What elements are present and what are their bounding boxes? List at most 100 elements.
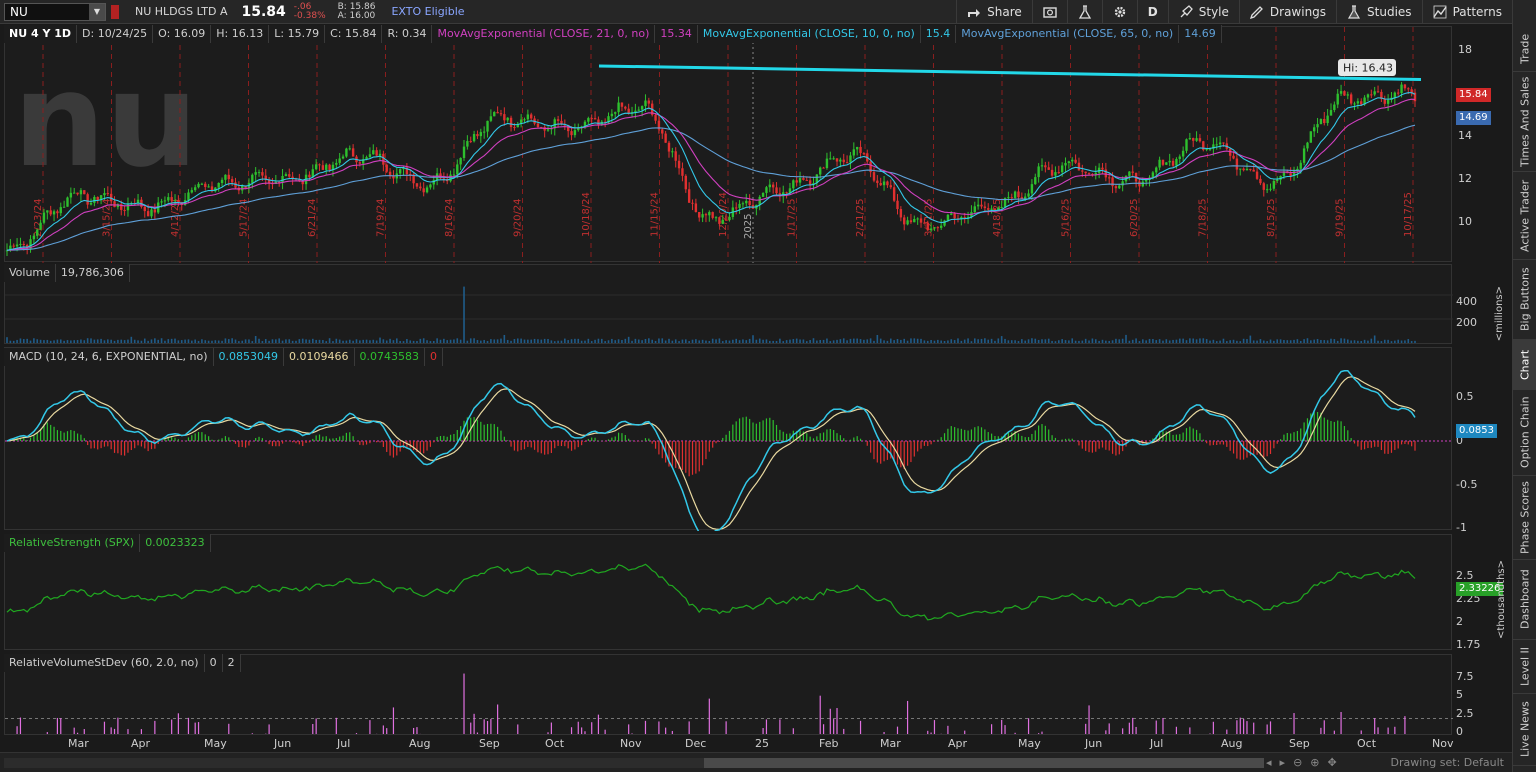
tab-level-ii[interactable]: Level II xyxy=(1513,640,1536,694)
price-chart[interactable]: nu2/23/24 3/15/24 4/12/24 5/17/24 6/21/24 7/1… xyxy=(5,27,1453,263)
candle-body xyxy=(802,178,805,180)
symbol-dropdown-icon[interactable]: ▼ xyxy=(89,3,105,20)
zoom-in-icon[interactable]: ⊕ xyxy=(1310,756,1319,769)
price-panel[interactable]: nu 2/23/24 3/15/24 4/12/24 5/17/24 6/21/24 7/1… xyxy=(4,26,1453,263)
volume-bar xyxy=(46,339,49,343)
volume-bar xyxy=(1296,339,1299,343)
scrollbar-thumb[interactable] xyxy=(704,758,1264,768)
tab-chart[interactable]: Chart xyxy=(1513,340,1536,390)
candle-body xyxy=(1000,206,1003,208)
volume-bar xyxy=(960,340,963,343)
chart-id[interactable]: NU 4 Y 1D xyxy=(4,25,78,43)
candle-body xyxy=(314,164,318,170)
tab-active-trader[interactable]: Active Trader xyxy=(1513,172,1536,260)
volume-bar xyxy=(527,339,529,343)
ohlc-high: H: 16.13 xyxy=(211,25,270,43)
snapshot-button[interactable] xyxy=(1031,0,1067,24)
zoom-out-icon[interactable]: ⊖ xyxy=(1293,756,1302,769)
scroll-left-icon[interactable]: ◂ xyxy=(1266,756,1272,769)
toolbar-buttons: Share D Style Drawings Studies Patterns xyxy=(956,0,1512,24)
relative-strength-panel[interactable] xyxy=(4,534,1452,650)
candle-body xyxy=(429,184,432,188)
candle-body xyxy=(724,219,728,221)
tab-option-chain[interactable]: Option Chain xyxy=(1513,390,1536,476)
candle-body xyxy=(1306,142,1309,149)
tab-times-and-sales[interactable]: Times And Sales xyxy=(1513,72,1536,172)
candle-body xyxy=(855,146,859,150)
macd-axis[interactable]: 0.5 0 -0.5 -1 0.0853 xyxy=(1452,347,1512,534)
candle-body xyxy=(76,192,79,195)
tab-live-news[interactable]: Live News xyxy=(1513,694,1536,766)
rs-axis[interactable]: 2.5 2.25 2 1.75 2.33226 <thousandths> xyxy=(1452,534,1512,651)
settings-button[interactable] xyxy=(1101,0,1137,24)
rs-label[interactable]: RelativeStrength (SPX) xyxy=(4,534,141,552)
tab-big-buttons[interactable]: Big Buttons xyxy=(1513,260,1536,340)
candle-body xyxy=(691,202,694,204)
alert-flag-icon[interactable] xyxy=(111,4,119,19)
macd-panel[interactable] xyxy=(4,347,1453,537)
volume-panel[interactable] xyxy=(4,264,1453,345)
relative-strength-chart[interactable] xyxy=(5,535,1453,651)
tab-dashboard[interactable]: Dashboard xyxy=(1513,560,1536,640)
candle-body xyxy=(530,114,533,119)
scroll-right-icon[interactable]: ▸ xyxy=(1280,756,1286,769)
time-scrollbar[interactable] xyxy=(4,758,1264,768)
candle-body xyxy=(1235,158,1239,170)
studies-button[interactable]: Studies xyxy=(1336,0,1422,24)
candle-body xyxy=(1168,160,1171,163)
month-label: Nov xyxy=(620,737,642,750)
macd-chart[interactable] xyxy=(5,348,1453,537)
price-tick: 10 xyxy=(1458,215,1472,228)
volume-bar xyxy=(540,339,543,343)
candle-body xyxy=(173,200,177,202)
style-button[interactable]: Style xyxy=(1167,0,1239,24)
ema65-label[interactable]: MovAvgExponential (CLOSE, 65, 0, no) xyxy=(956,25,1180,43)
volume-bar xyxy=(1081,340,1084,343)
drawings-button[interactable]: Drawings xyxy=(1238,0,1336,24)
macd-label[interactable]: MACD (10, 24, 6, EXPONENTIAL, no) xyxy=(4,348,214,366)
drawing-set-label[interactable]: Drawing set: Default xyxy=(1391,756,1504,769)
tab-trade[interactable]: Trade xyxy=(1513,26,1536,72)
candle-body xyxy=(1245,168,1249,171)
tab-phase-scores[interactable]: Phase Scores xyxy=(1513,476,1536,560)
symbol-input[interactable]: NU ▼ xyxy=(4,2,106,21)
volume-bar xyxy=(419,338,422,343)
volume-bar xyxy=(836,339,838,343)
rs-tick: 1.75 xyxy=(1456,638,1481,651)
exto-badge[interactable]: EXTO Eligible xyxy=(391,5,464,18)
volume-bar xyxy=(140,340,143,343)
pan-icon[interactable]: ✥ xyxy=(1328,756,1337,769)
volume-bar xyxy=(1273,340,1275,343)
flask-button[interactable] xyxy=(1066,0,1102,24)
volume-axis[interactable]: 400 200 <millions> xyxy=(1452,264,1512,344)
candle-body xyxy=(66,197,69,207)
volume-bar xyxy=(1256,340,1258,343)
volume-label[interactable]: Volume xyxy=(4,264,56,282)
rvsd-axis[interactable]: 7.5 5 2.5 0 xyxy=(1452,654,1512,738)
volume-bar xyxy=(1232,339,1235,343)
ema10-label[interactable]: MovAvgExponential (CLOSE, 10, 0, no) xyxy=(698,25,921,43)
candle-body xyxy=(32,235,36,240)
price-axis[interactable]: 18 16 14 12 10 15.84 14.69 xyxy=(1452,26,1512,262)
candle-body xyxy=(758,196,761,205)
volume-chart[interactable] xyxy=(5,265,1453,345)
share-button[interactable]: Share xyxy=(956,0,1032,24)
trendline xyxy=(598,64,1422,82)
rvsd-label[interactable]: RelativeVolumeStDev (60, 2.0, no) xyxy=(4,654,205,672)
volume-bar xyxy=(553,341,556,343)
month-label: Mar xyxy=(68,737,89,750)
volume-bar xyxy=(1098,340,1100,343)
volume-bar xyxy=(849,338,852,343)
price-change: -.06 -0.38% xyxy=(294,2,326,21)
volume-bar xyxy=(503,334,506,343)
candle-body xyxy=(1366,94,1370,98)
candle-body xyxy=(654,114,657,121)
candle-body xyxy=(1071,159,1074,162)
volume-bar xyxy=(832,340,835,343)
volume-bar xyxy=(379,337,381,343)
volume-bar xyxy=(607,340,610,343)
ema21-label[interactable]: MovAvgExponential (CLOSE, 21, 0, no) xyxy=(432,25,656,43)
patterns-button[interactable]: Patterns xyxy=(1421,0,1512,24)
period-button[interactable]: D xyxy=(1136,0,1168,24)
volume-bar xyxy=(775,340,778,343)
